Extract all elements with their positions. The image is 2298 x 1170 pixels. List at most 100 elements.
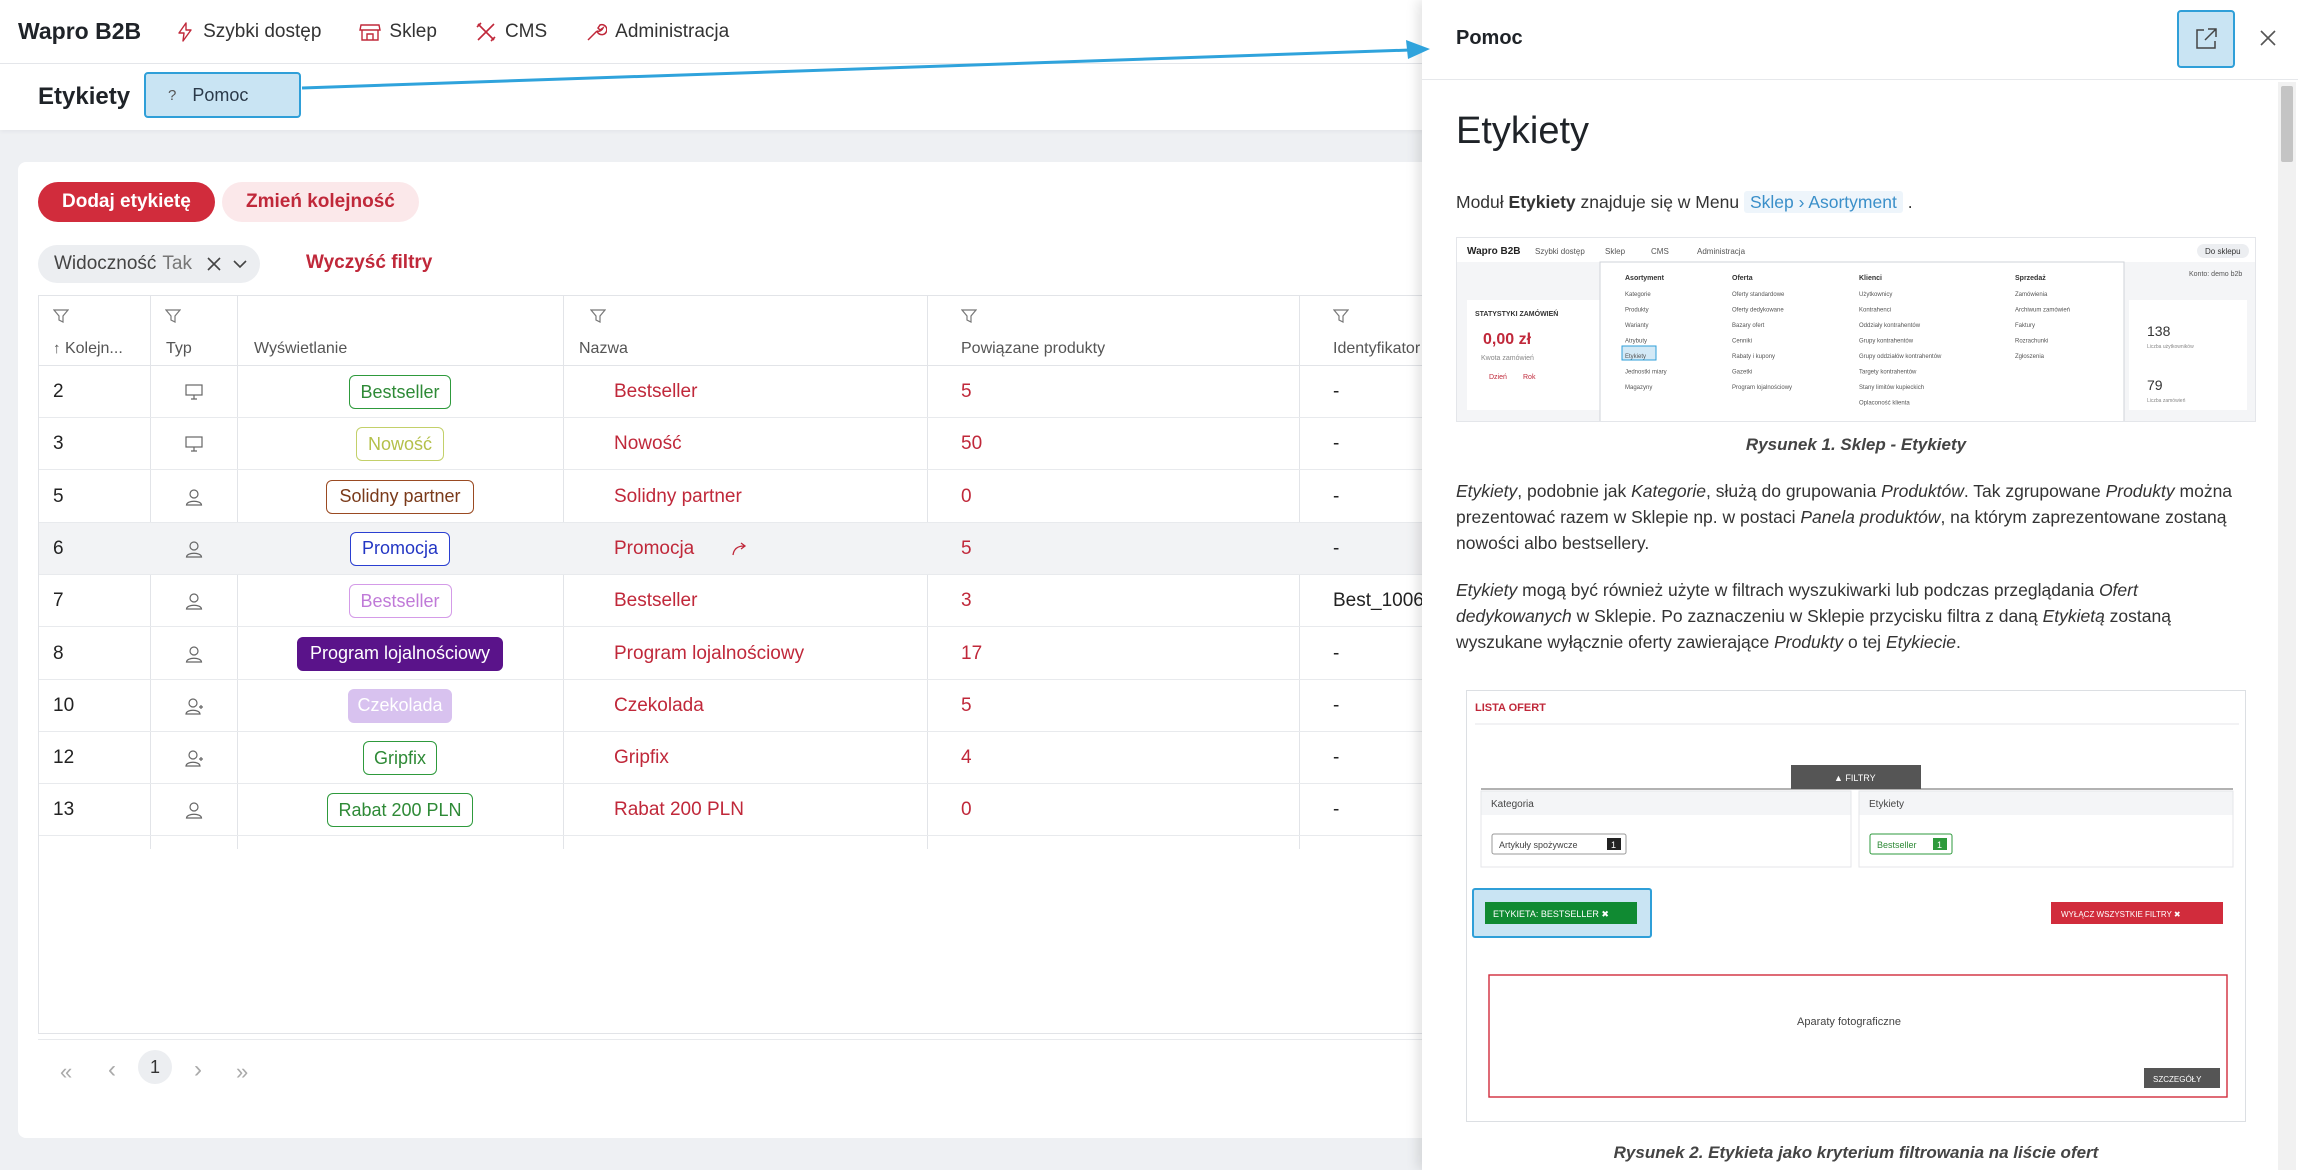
filter-icon[interactable] <box>53 308 69 324</box>
next-page-button[interactable]: › <box>194 1056 202 1084</box>
last-page-button[interactable]: » <box>236 1059 248 1085</box>
cell-order: 2 <box>53 381 64 402</box>
figure-chip-count: 1 <box>1937 840 1942 850</box>
scrollbar-thumb[interactable] <box>2281 86 2293 162</box>
menu-breadcrumb[interactable]: Sklep › Asortyment <box>1743 191 1903 213</box>
figure-right-label: Liczba zamówień <box>2147 398 2186 404</box>
cell-identifier: - <box>1333 799 1340 821</box>
filter-icon[interactable] <box>961 308 977 324</box>
sort-arrow-up-icon: ↑ <box>53 340 61 357</box>
add-label-button[interactable]: Dodaj etykietę <box>38 182 215 222</box>
column-header-display[interactable]: Wyświetlanie <box>254 340 347 358</box>
close-icon[interactable] <box>206 256 222 272</box>
cell-name[interactable]: Czekolada <box>614 680 704 732</box>
cell-related-products[interactable]: 5 <box>961 366 972 418</box>
figure-col2-label: Etykiety <box>1869 799 1904 810</box>
help-heading: Etykiety <box>1456 110 1590 152</box>
figure-menu-heading: Asortyment <box>1625 275 1665 282</box>
figure-tab: Rok <box>1523 374 1536 381</box>
table-header-row: ↑ Kolejn... Typ Wyświetlanie Nazwa Powią… <box>39 332 1449 366</box>
first-page-button[interactable]: « <box>60 1059 72 1085</box>
filter-icon[interactable] <box>1333 308 1349 324</box>
reorder-button[interactable]: Zmień kolejność <box>222 182 419 222</box>
cell-type <box>185 575 203 627</box>
figure-nav-item: CMS <box>1651 247 1669 256</box>
figure-menu-heading: Sprzedaż <box>2015 275 2046 282</box>
users-icon <box>185 698 203 715</box>
figure-brand: Wapro B2B <box>1467 246 1521 257</box>
figure-1-image: Wapro B2B Szybki dostęp Sklep CMS Administra… <box>1456 237 2256 422</box>
table-row[interactable]: 13 Rabat 200 PLN Rabat 200 PLN 0 - <box>39 784 1449 837</box>
table-row[interactable]: 2 Bestseller Bestseller 5 - <box>39 366 1449 418</box>
table-row[interactable]: 12 Gripfix Gripfix 4 - <box>39 732 1449 785</box>
label-badge: Gripfix <box>363 741 437 776</box>
cell-identifier: - <box>1333 485 1340 507</box>
figure-active-chip-label: ETYKIETA: BESTSELLER ✖ <box>1493 909 1609 919</box>
figure-menu-item: Stany limitów kupieckich <box>1859 385 1924 391</box>
table-row[interactable]: 5 Solidny partner Solidny partner 0 - <box>39 471 1449 523</box>
current-page[interactable]: 1 <box>138 1050 172 1084</box>
figure-chip-label: Artykuły spożywcze <box>1499 840 1578 850</box>
previous-page-button[interactable]: ‹ <box>108 1056 116 1084</box>
filter-icon[interactable] <box>590 308 606 324</box>
table-row[interactable]: 3 Nowość Nowość 50 - <box>39 418 1449 471</box>
cell-name[interactable]: Promocja <box>614 523 694 575</box>
figure-menu-item: Program lojalnościowy <box>1732 385 1792 391</box>
figure-filters-tab-label: ▲ FILTRY <box>1834 773 1876 783</box>
table-row[interactable]: 7 Bestseller Bestseller 3 Best_1006 <box>39 575 1449 628</box>
column-header-type[interactable]: Typ <box>166 340 192 358</box>
column-header-related-products[interactable]: Powiązane produkty <box>961 340 1105 358</box>
close-panel-button[interactable] <box>2254 24 2282 52</box>
cell-related-products[interactable]: 5 <box>961 523 972 575</box>
nav-item-shop[interactable]: Sklep <box>359 21 437 43</box>
figure-product-box <box>1488 974 2228 1098</box>
cell-name[interactable]: Rabat 200 PLN <box>614 784 744 836</box>
cell-name[interactable]: Bestseller <box>614 366 697 418</box>
table-row[interactable]: 8 Program lojalnościowy Program lojalności… <box>39 628 1449 680</box>
figure-1-caption: Rysunek 1. Sklep - Etykiety <box>1745 435 1967 454</box>
column-header-name[interactable]: Nazwa <box>579 340 628 358</box>
figure-2-image: LISTA OFERT ▲ FILTRY Kategoria Etykiety Arty… <box>1466 690 2246 1122</box>
cell-related-products[interactable]: 5 <box>961 680 972 732</box>
help-panel-scrollbar[interactable] <box>2278 82 2296 1170</box>
share-icon[interactable] <box>731 523 749 575</box>
cell-identifier: - <box>1333 747 1340 769</box>
figure-menu-item: Archiwum zamówień <box>2015 308 2070 314</box>
figure-details-label: SZCZEGÓŁY <box>2153 1075 2202 1084</box>
figure-stats-title: STATYSTYKI ZAMÓWIEŃ <box>1475 309 1558 318</box>
filter-chip-visibility[interactable]: Widoczność Tak <box>38 245 260 283</box>
clear-filters-link[interactable]: Wyczyść filtry <box>306 252 432 274</box>
open-external-button[interactable] <box>2177 10 2235 68</box>
cell-type <box>185 680 205 732</box>
table-row[interactable]: 6 Promocja Promocja 5 - <box>39 522 1449 575</box>
chevron-down-icon[interactable] <box>232 256 248 272</box>
cell-related-products[interactable]: 3 <box>961 575 972 627</box>
table-row[interactable]: 10 Czekolada Czekolada 5 - <box>39 680 1449 732</box>
column-header-order[interactable]: ↑ Kolejn... <box>53 340 123 358</box>
cell-order: 6 <box>53 537 64 559</box>
help-button[interactable]: ? Pomoc <box>144 72 301 118</box>
cell-name[interactable]: Program lojalnościowy <box>614 628 804 680</box>
cell-name[interactable]: Bestseller <box>614 575 697 627</box>
monitor-icon <box>185 384 203 400</box>
users-icon <box>185 750 203 767</box>
cell-related-products[interactable]: 0 <box>961 471 972 523</box>
nav-item-administration[interactable]: Administracja <box>585 21 729 43</box>
figure-chip-label: Bestseller <box>1877 840 1917 850</box>
filter-icon[interactable] <box>165 308 181 324</box>
nav-item-quick-access[interactable]: Szybki dostęp <box>175 21 321 43</box>
question-icon: ? <box>168 86 177 104</box>
cell-name[interactable]: Gripfix <box>614 732 669 784</box>
cell-related-products[interactable]: 4 <box>961 732 972 784</box>
user-icon <box>185 802 203 819</box>
cell-name[interactable]: Solidny partner <box>614 471 742 523</box>
figure-menu-item: Kategorie <box>1625 292 1651 298</box>
nav-item-cms[interactable]: CMS <box>475 21 547 43</box>
figure-menu-item: Oplaconość klienta <box>1859 401 1910 407</box>
cell-related-products[interactable]: 17 <box>961 628 982 680</box>
cell-name[interactable]: Nowość <box>614 418 682 470</box>
nav-item-label: CMS <box>504 20 548 42</box>
cell-related-products[interactable]: 50 <box>961 418 982 470</box>
brand-logo[interactable]: Wapro B2B <box>18 18 141 45</box>
cell-related-products[interactable]: 0 <box>961 784 972 836</box>
